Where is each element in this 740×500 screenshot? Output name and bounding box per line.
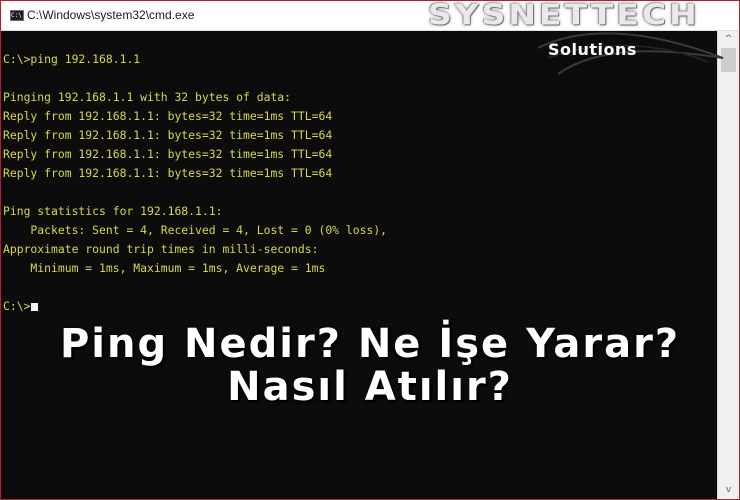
console-line: Approximate round trip times in milli-se… [3,242,319,256]
text-cursor [31,303,39,311]
command-prompt: C:\> [3,299,31,313]
console-line: Packets: Sent = 4, Received = 4, Lost = … [3,223,388,237]
prompt-line[interactable]: C:\> [3,297,387,316]
console-line: C:\>ping 192.168.1.1 [3,52,141,66]
console-line: Reply from 192.168.1.1: bytes=32 time=1m… [3,128,333,142]
vertical-scrollbar[interactable]: ^ v [717,31,739,499]
headline-line-2: Nasıl Atılır? [227,364,513,410]
cmd-icon: C:\. [10,10,24,21]
scroll-up-icon[interactable]: ^ [718,31,739,48]
console-text: C:\>ping 192.168.1.1 Pinging 192.168.1.1 … [3,50,387,316]
cmd-window: C:\. C:\Windows\system32\cmd.exe C:\>pin… [0,0,740,500]
console-line: Reply from 192.168.1.1: bytes=32 time=1m… [3,147,333,161]
console-line: Minimum = 1ms, Maximum = 1ms, Average = … [3,261,326,275]
console-line: Pinging 192.168.1.1 with 32 bytes of dat… [3,90,292,104]
window-title: C:\Windows\system32\cmd.exe [27,8,195,22]
console-output[interactable]: C:\>ping 192.168.1.1 Pinging 192.168.1.1 … [1,31,718,499]
scroll-down-icon[interactable]: v [718,482,739,499]
console-line: Reply from 192.168.1.1: bytes=32 time=1m… [3,166,333,180]
title-bar[interactable]: C:\. C:\Windows\system32\cmd.exe [1,1,739,31]
console-line: Reply from 192.168.1.1: bytes=32 time=1m… [3,109,333,123]
headline-line-1: Ping Nedir? Ne İşe Yarar? [59,321,681,367]
console-line: Ping statistics for 192.168.1.1: [3,204,223,218]
scroll-thumb[interactable] [721,48,736,72]
